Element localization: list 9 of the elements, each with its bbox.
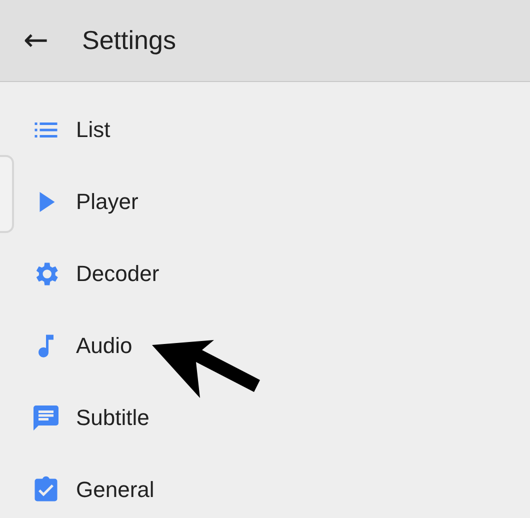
settings-item[interactable]: Audio <box>14 310 530 382</box>
settings-item[interactable]: Player <box>14 166 530 238</box>
settings-item[interactable]: General <box>14 454 530 518</box>
back-button[interactable]: ← <box>18 26 54 56</box>
message-icon <box>31 403 61 433</box>
settings-item[interactable]: Decoder <box>14 238 530 310</box>
toolbar-title: Settings <box>82 25 176 56</box>
settings-item[interactable]: Subtitle <box>14 382 530 454</box>
settings-item[interactable]: List <box>14 94 530 166</box>
